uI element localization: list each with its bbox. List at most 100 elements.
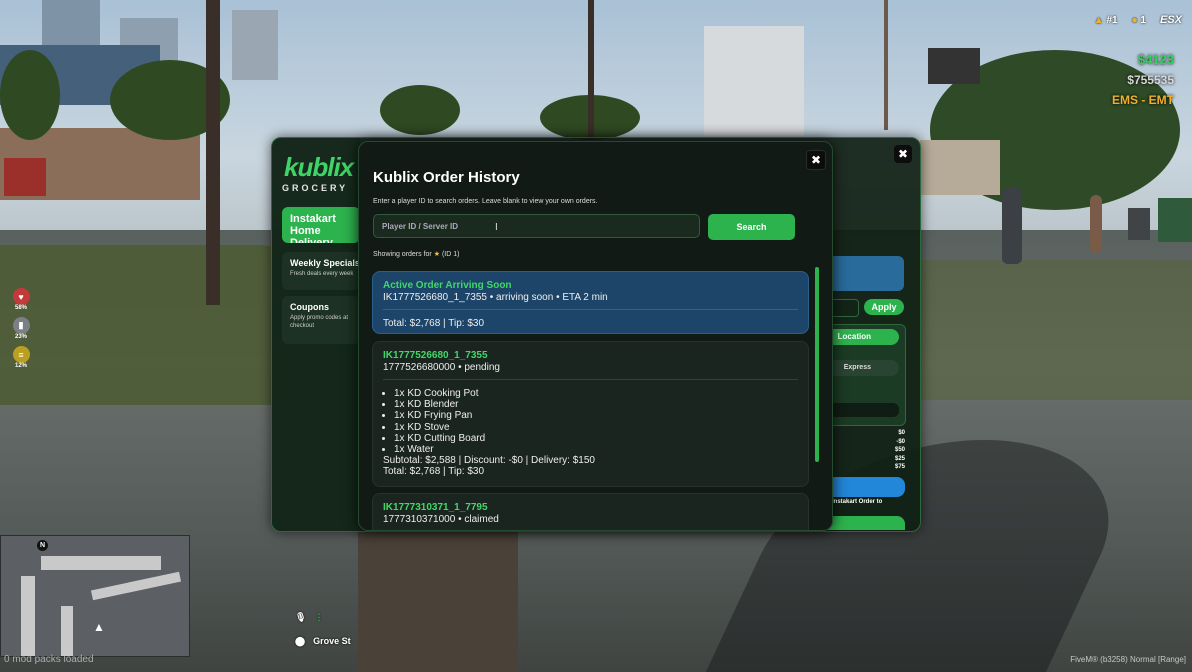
checkout-button[interactable] <box>827 477 905 497</box>
star-icon: ★ <box>433 251 440 258</box>
food-value: 12% <box>14 363 27 369</box>
close-icon: ✖ <box>897 147 909 161</box>
modal-title: Kublix Order History <box>373 169 520 186</box>
order-items: 1x KD Cooking Pot 1x KD Blender 1x KD Fr… <box>383 388 798 455</box>
showing-prefix: Showing orders for <box>373 251 432 258</box>
street-name: Grove St <box>313 636 351 646</box>
price-line: $25 <box>894 455 905 462</box>
price-line: $75 <box>894 464 905 470</box>
map-road <box>41 556 161 570</box>
billboard <box>928 48 980 84</box>
search-button[interactable]: Search <box>708 214 795 240</box>
trash-can <box>1128 208 1150 240</box>
fivem-version-text: FiveM® (b3258) <box>1070 655 1128 664</box>
player-arrow-icon: ▲ <box>93 620 105 634</box>
sidebar-item-desc: checkout <box>290 323 315 329</box>
scrollbar[interactable] <box>815 267 819 462</box>
location-pin-icon: ⬤ <box>295 635 306 646</box>
compass-north: N <box>37 540 48 551</box>
order-item: 1x KD Cooking Pot <box>394 388 798 399</box>
order-card[interactable]: IK1777310371_1_7795 1777310371000 • clai… <box>372 493 809 530</box>
status-bars: ♥ 58% ▮ 23% ≡ 12% <box>10 288 32 369</box>
active-order-line: IK1777526680_1_7355 • arriving soon • ET… <box>383 292 608 303</box>
showing-orders-label: Showing orders for ★ (ID 1) <box>373 250 459 258</box>
price-line: $0 <box>898 430 905 436</box>
order-meta: 1777526680000 • pending <box>383 362 500 373</box>
sidebar-item-label: Coupons <box>290 302 329 312</box>
hud-top-bar: ▲ #1 ● 1 ESX <box>1094 14 1182 26</box>
modal-close-button[interactable]: ✖ <box>806 150 826 170</box>
order-item: 1x KD Frying Pan <box>394 410 798 421</box>
notes-input[interactable] <box>827 403 899 417</box>
framework-logo: ESX <box>1159 14 1182 26</box>
active-order-total: Total: $2,768 | Tip: $30 <box>383 318 485 329</box>
location-button[interactable]: Location <box>827 329 899 345</box>
active-order-card[interactable]: Active Order Arriving Soon IK1777526680_… <box>372 271 809 334</box>
divider <box>383 379 798 380</box>
utility-pole <box>206 0 220 305</box>
order-item: 1x KD Cutting Board <box>394 433 798 444</box>
job-label: EMS - EMT <box>1112 93 1174 107</box>
pedestrian <box>1090 195 1102 253</box>
sidebar-item-desc: Apply promo codes at <box>290 315 349 321</box>
banner <box>827 256 904 291</box>
voice-dots-icon: ⋮ <box>314 611 324 622</box>
food-status: ≡ 12% <box>12 346 30 369</box>
order-history-button[interactable] <box>827 516 905 530</box>
heart-icon: ♥ <box>12 288 30 305</box>
player-id-input[interactable] <box>373 214 700 238</box>
cash-amount: $4123 <box>1137 52 1174 67</box>
tree <box>380 85 460 135</box>
utility-pole <box>884 0 888 130</box>
count-display: ● 1 <box>1132 15 1146 26</box>
minimap: ▲ <box>0 535 190 657</box>
sidebar-item-coupons[interactable]: Coupons Apply promo codes at checkout <box>282 296 360 344</box>
fivem-version: FiveM® (b3258) Normal [Range] <box>1070 655 1186 664</box>
text-cursor-icon: I <box>495 222 498 233</box>
order-item: 1x KD Stove <box>394 422 798 433</box>
dumpster <box>1158 198 1192 242</box>
armor-icon: ▮ <box>12 317 30 334</box>
active-order-title: Active Order Arriving Soon <box>383 280 512 291</box>
shop-close-button[interactable]: ✖ <box>894 145 912 163</box>
grass <box>0 245 300 405</box>
express-button[interactable]: Express <box>827 360 899 376</box>
house <box>920 140 1000 195</box>
order-id: IK1777310371_1_7795 <box>383 502 488 513</box>
apply-coupon-button[interactable]: Apply <box>864 299 904 315</box>
order-meta: 1777310371000 • claimed <box>383 514 499 525</box>
person-icon: ▲ <box>1093 14 1104 26</box>
count-value: 1 <box>1140 14 1146 26</box>
armor-status: ▮ 23% <box>12 317 30 340</box>
kublix-logo-subtitle: GROCERY <box>282 183 349 193</box>
microphone-icon: 🎙 <box>295 611 307 622</box>
skyscraper <box>232 10 278 80</box>
voice-range: Normal [Range] <box>1129 655 1186 664</box>
pedestrian <box>1002 188 1022 264</box>
close-icon: ✖ <box>810 153 822 167</box>
search-hint: Enter a player ID to search orders. Leav… <box>373 198 598 205</box>
white-building <box>704 26 804 136</box>
order-card[interactable]: IK1777526680_1_7355 1777526680000 • pend… <box>372 341 809 487</box>
rank-value: #1 <box>1106 14 1118 26</box>
sidebar-item-desc: Fresh deals every week <box>290 271 354 277</box>
order-item: 1x Water <box>394 444 798 455</box>
mod-packs-status: 0 mod packs loaded <box>4 654 94 665</box>
tree <box>0 50 60 140</box>
health-value: 58% <box>14 305 27 311</box>
grass <box>880 260 1192 400</box>
sidebar-item-instakart[interactable]: Instakart Home Delivery <box>282 207 360 243</box>
armor-value: 23% <box>14 334 27 340</box>
map-road <box>90 571 182 601</box>
food-icon: ≡ <box>12 346 30 363</box>
coin-icon: ● <box>1131 14 1138 26</box>
rank-display: ▲ #1 <box>1094 15 1118 26</box>
price-line: $50 <box>894 447 905 453</box>
sidebar-item-weekly-specials[interactable]: Weekly Specials Fresh deals every week <box>282 252 360 290</box>
order-id: IK1777526680_1_7355 <box>383 350 488 361</box>
showing-id: (ID 1) <box>441 251 460 258</box>
divider <box>383 309 798 310</box>
kublix-logo: kublix <box>284 152 354 182</box>
player-character <box>358 528 518 672</box>
graffiti-wall <box>4 158 46 196</box>
